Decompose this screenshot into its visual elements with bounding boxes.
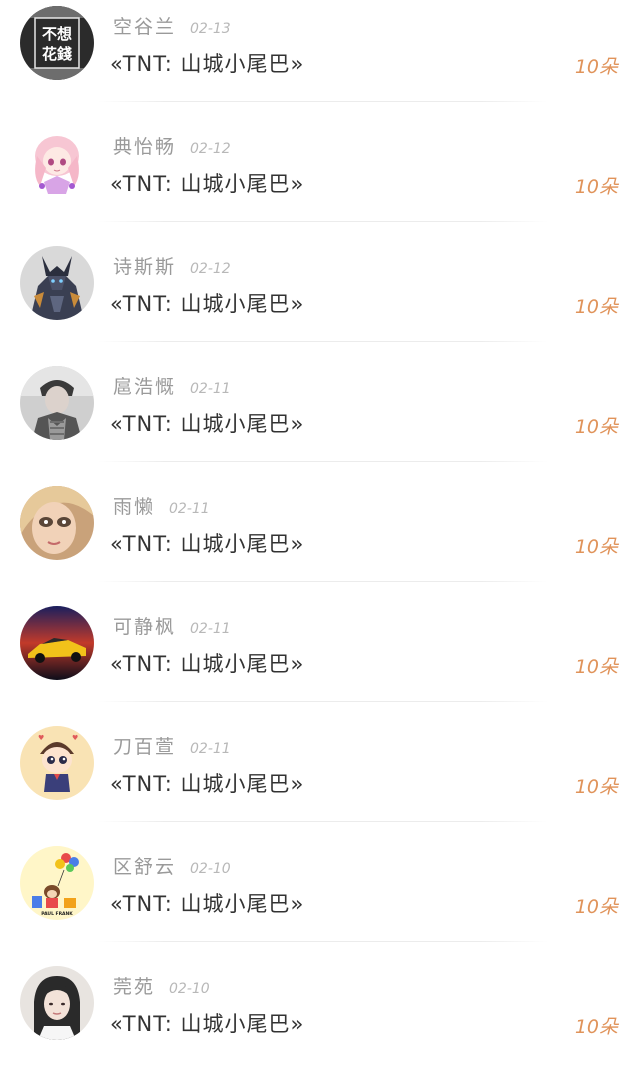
flower-count: 10朵	[574, 176, 618, 198]
user-name[interactable]: 莞苑	[113, 976, 155, 998]
gift-date: 02-10	[190, 861, 231, 877]
gift-date: 02-12	[190, 261, 231, 277]
gift-date: 02-11	[190, 621, 231, 637]
doll-face-avatar[interactable]	[20, 486, 94, 560]
gift-title: «TNT: 山城小尾巴»	[110, 892, 305, 916]
gift-title: «TNT: 山城小尾巴»	[110, 772, 305, 796]
gift-title: «TNT: 山城小尾巴»	[110, 292, 305, 316]
calligraphy-avatar[interactable]: 不想 花錢	[20, 6, 94, 80]
list-item[interactable]: 莞苑 02-10 «TNT: 山城小尾巴» 10朵	[0, 960, 640, 1080]
flower-count: 10朵	[574, 1016, 618, 1038]
divider	[98, 341, 548, 342]
list-item[interactable]: 雨懒 02-11 «TNT: 山城小尾巴» 10朵	[0, 480, 640, 600]
user-name[interactable]: 可静枫	[113, 616, 176, 638]
gift-title: «TNT: 山城小尾巴»	[110, 412, 305, 436]
man-photo-avatar[interactable]	[20, 366, 94, 440]
gift-title: «TNT: 山城小尾巴»	[110, 652, 305, 676]
gift-title: «TNT: 山城小尾巴»	[110, 172, 305, 196]
flower-count: 10朵	[574, 776, 618, 798]
brand-text: PAUL FRANK	[41, 911, 73, 917]
paul-frank-monkey-avatar[interactable]: PAUL FRANK	[20, 846, 94, 920]
flower-count: 10朵	[574, 416, 618, 438]
armored-warrior-avatar[interactable]	[20, 246, 94, 320]
divider	[98, 701, 548, 702]
svg-text:♥: ♥	[72, 734, 78, 742]
gift-date: 02-11	[169, 501, 210, 517]
list-item[interactable]: 扈浩慨 02-11 «TNT: 山城小尾巴» 10朵	[0, 360, 640, 480]
gift-date: 02-11	[190, 741, 231, 757]
user-name[interactable]: 刀百萱	[113, 736, 176, 758]
gift-title: «TNT: 山城小尾巴»	[110, 1012, 305, 1036]
user-name[interactable]: 典怡畅	[113, 136, 176, 158]
gift-date: 02-12	[190, 141, 231, 157]
sports-car-avatar[interactable]	[20, 606, 94, 680]
user-name[interactable]: 诗斯斯	[113, 256, 176, 278]
user-name[interactable]: 空谷兰	[113, 16, 176, 38]
flower-count: 10朵	[574, 536, 618, 558]
flower-count: 10朵	[574, 296, 618, 318]
svg-text:♥: ♥	[38, 734, 44, 742]
gift-date: 02-10	[169, 981, 210, 997]
list-item[interactable]: 可静枫 02-11 «TNT: 山城小尾巴» 10朵	[0, 600, 640, 720]
divider	[98, 461, 548, 462]
user-name[interactable]: 雨懒	[113, 496, 155, 518]
divider	[98, 221, 548, 222]
divider	[98, 581, 548, 582]
divider	[98, 101, 548, 102]
list-item[interactable]: ♥ ♥ 刀百萱 02-11 «TNT: 山城小尾巴» 10朵	[0, 720, 640, 840]
calligraphy-text-bottom: 花錢	[42, 45, 72, 63]
list-item[interactable]: 诗斯斯 02-12 «TNT: 山城小尾巴» 10朵	[0, 240, 640, 360]
user-name[interactable]: 扈浩慨	[113, 376, 176, 398]
gift-title: «TNT: 山城小尾巴»	[110, 532, 305, 556]
gift-date: 02-13	[190, 21, 231, 37]
flower-count: 10朵	[574, 56, 618, 78]
divider	[98, 821, 548, 822]
gift-title: «TNT: 山城小尾巴»	[110, 52, 305, 76]
list-item[interactable]: 典怡畅 02-12 «TNT: 山城小尾巴» 10朵	[0, 120, 640, 240]
list-item[interactable]: 不想 花錢 空谷兰 02-13 «TNT: 山城小尾巴» 10朵	[0, 0, 640, 120]
girl-photo-avatar[interactable]	[20, 966, 94, 1040]
flower-count: 10朵	[574, 896, 618, 918]
list-item[interactable]: PAUL FRANK 区舒云 02-10 «TNT: 山城小尾巴» 10朵	[0, 840, 640, 960]
cartoon-boy-avatar[interactable]: ♥ ♥	[20, 726, 94, 800]
divider	[98, 941, 548, 942]
flower-count: 10朵	[574, 656, 618, 678]
anime-girl-avatar[interactable]	[20, 126, 94, 200]
gift-date: 02-11	[190, 381, 231, 397]
user-name[interactable]: 区舒云	[113, 856, 176, 878]
calligraphy-text-top: 不想	[42, 25, 72, 43]
